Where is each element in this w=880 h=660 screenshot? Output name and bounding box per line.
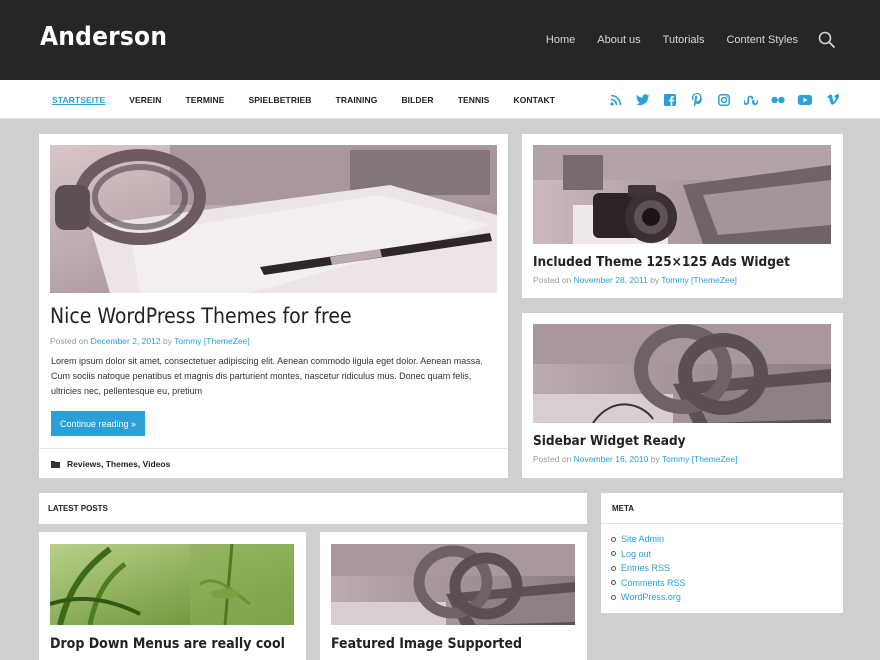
list-item[interactable]: Entries RSS	[611, 561, 686, 576]
latest-post-card: Drop Down Menus are really cool	[39, 532, 306, 660]
latest-post-title[interactable]: Drop Down Menus are really cool	[50, 636, 285, 652]
rss-icon[interactable]	[608, 92, 624, 108]
pinterest-icon[interactable]	[689, 92, 705, 108]
search-icon[interactable]	[818, 31, 836, 49]
by-label: by	[650, 454, 660, 464]
side-post-title[interactable]: Included Theme 125×125 Ads Widget	[533, 254, 790, 270]
side-post-card: Included Theme 125×125 Ads Widget Posted…	[522, 134, 843, 298]
author-link[interactable]: Tommy [ThemeZee]	[174, 336, 250, 346]
facebook-icon[interactable]	[662, 92, 678, 108]
top-nav-about[interactable]: About us	[597, 34, 640, 46]
side-post-meta: Posted on November 16, 2010 by Tommy [Th…	[533, 454, 737, 464]
side-post-card: Sidebar Widget Ready Posted on November …	[522, 313, 843, 478]
latest-post-image[interactable]	[50, 544, 294, 625]
featured-post-title[interactable]: Nice WordPress Themes for free	[50, 304, 352, 328]
featured-post-excerpt: Lorem ipsum dolor sit amet, consectetuer…	[51, 356, 483, 396]
menu-item-verein[interactable]: VEREIN	[117, 95, 173, 105]
latest-posts-heading-box: LATEST POSTS	[39, 493, 587, 524]
meta-links: Site Admin Log out Entries RSS Comments …	[611, 532, 686, 605]
divider	[601, 523, 843, 524]
menu-item-kontakt[interactable]: KONTAKT	[501, 95, 567, 105]
latest-post-title[interactable]: Featured Image Supported	[331, 636, 522, 652]
by-label: by	[650, 275, 660, 285]
categories-links[interactable]: Reviews, Themes, Videos	[67, 459, 170, 469]
list-item[interactable]: Log out	[611, 547, 686, 562]
bullet-icon	[611, 580, 616, 586]
menu-item-training[interactable]: TRAINING	[324, 95, 390, 105]
list-item[interactable]: Comments RSS	[611, 576, 686, 591]
menu-item-startseite[interactable]: STARTSEITE	[40, 95, 117, 105]
main-menu-bar: STARTSEITE VEREIN TERMINE SPIELBETRIEB T…	[0, 80, 880, 119]
meta-link-site-admin[interactable]: Site Admin	[621, 532, 664, 547]
menu-item-spielbetrieb[interactable]: SPIELBETRIEB	[236, 95, 323, 105]
author-link[interactable]: Tommy [ThemeZee]	[661, 275, 737, 285]
top-nav: Home About us Tutorials Content Styles	[524, 0, 836, 80]
side-post-meta: Posted on November 28, 2011 by Tommy [Th…	[533, 275, 737, 285]
side-post-image[interactable]	[533, 324, 831, 423]
post-date-link[interactable]: November 16, 2010	[574, 454, 649, 464]
youtube-icon[interactable]	[797, 92, 813, 108]
post-date-link[interactable]: November 28, 2011	[574, 275, 648, 285]
list-item[interactable]: WordPress.org	[611, 590, 686, 605]
meta-link-wordpress-org[interactable]: WordPress.org	[621, 590, 681, 605]
latest-posts-heading: LATEST POSTS	[48, 504, 108, 513]
flickr-icon[interactable]	[770, 92, 786, 108]
menu-item-bilder[interactable]: BILDER	[389, 95, 445, 105]
instagram-icon[interactable]	[716, 92, 732, 108]
folder-icon	[51, 460, 61, 468]
continue-reading-button[interactable]: Continue reading »	[51, 411, 145, 436]
stumbleupon-icon[interactable]	[743, 92, 759, 108]
menu-item-tennis[interactable]: TENNIS	[446, 95, 502, 105]
latest-post-image[interactable]	[331, 544, 575, 625]
site-header: Anderson Home About us Tutorials Content…	[0, 0, 880, 80]
post-categories: Reviews, Themes, Videos	[39, 448, 508, 478]
bullet-icon	[611, 536, 616, 542]
social-icons	[597, 80, 840, 119]
bullet-icon	[611, 565, 616, 571]
featured-post-meta: Posted on December 2, 2012 by Tommy [The…	[50, 336, 250, 346]
meta-widget-heading: META	[612, 504, 635, 513]
post-date-link[interactable]: December 2, 2012	[91, 336, 161, 346]
featured-post-card: Nice WordPress Themes for free Posted on…	[39, 134, 508, 478]
latest-post-card: Featured Image Supported	[320, 532, 587, 660]
meta-link-entries-rss[interactable]: Entries RSS	[621, 561, 670, 576]
top-nav-tutorials[interactable]: Tutorials	[663, 34, 705, 46]
bullet-icon	[611, 594, 616, 600]
list-item[interactable]: Site Admin	[611, 532, 686, 547]
featured-post-image[interactable]	[50, 145, 497, 293]
site-logo[interactable]: Anderson	[40, 22, 167, 52]
menu-item-termine[interactable]: TERMINE	[174, 95, 237, 105]
bullet-icon	[611, 551, 616, 557]
twitter-icon[interactable]	[635, 92, 651, 108]
author-link[interactable]: Tommy [ThemeZee]	[662, 454, 738, 464]
top-nav-home[interactable]: Home	[546, 34, 575, 46]
by-label: by	[162, 336, 172, 346]
meta-widget: META Site Admin Log out Entries RSS Comm…	[601, 493, 843, 613]
main-menu: STARTSEITE VEREIN TERMINE SPIELBETRIEB T…	[40, 80, 567, 119]
posted-on-label: Posted on	[533, 454, 572, 464]
top-nav-content-styles[interactable]: Content Styles	[726, 34, 798, 46]
side-post-title[interactable]: Sidebar Widget Ready	[533, 433, 686, 449]
posted-on-label: Posted on	[533, 275, 572, 285]
meta-link-log-out[interactable]: Log out	[621, 547, 651, 562]
meta-link-comments-rss[interactable]: Comments RSS	[621, 576, 686, 591]
vimeo-icon[interactable]	[824, 92, 840, 108]
side-post-image[interactable]	[533, 145, 831, 244]
posted-on-label: Posted on	[50, 336, 89, 346]
